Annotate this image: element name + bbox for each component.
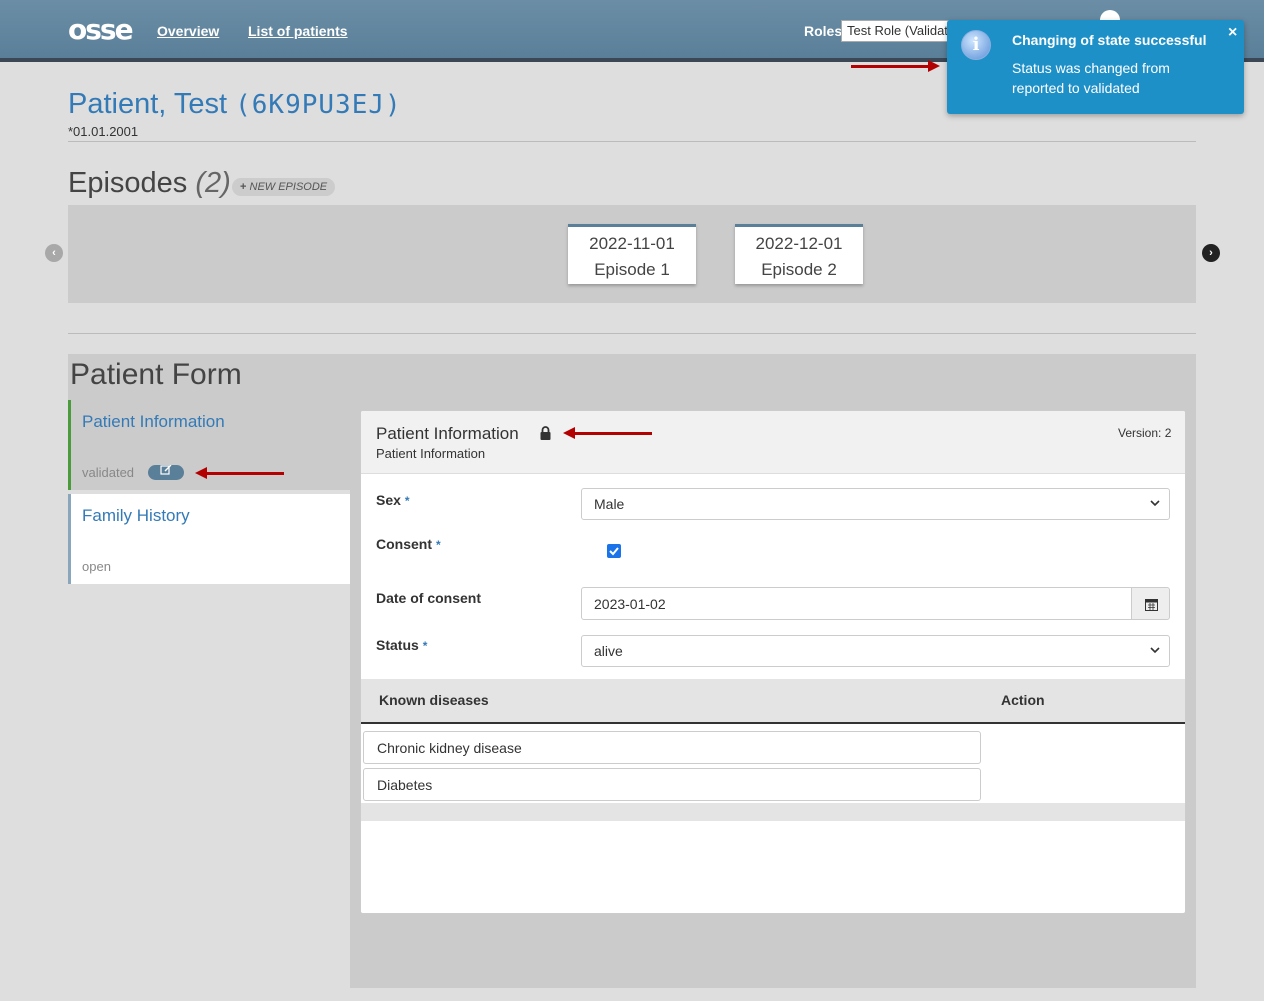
episodes-title: Episodes [68, 167, 188, 199]
section-label: Patient Information [82, 412, 225, 431]
required-mark: * [436, 538, 441, 552]
calendar-icon [1145, 599, 1158, 611]
status-label: Status * [376, 637, 427, 653]
episode-card-2[interactable]: 2022-12-01 Episode 2 [735, 224, 863, 284]
state-change-toast: i Changing of state successful Status wa… [947, 20, 1244, 114]
section-item-family-history[interactable]: Family History open [68, 494, 350, 584]
annotation-arrow-lock [563, 427, 652, 439]
section-item-patient-information[interactable]: Patient Information validated [68, 400, 350, 490]
required-mark: * [422, 639, 428, 653]
episode-card-1[interactable]: 2022-11-01 Episode 1 [568, 224, 696, 284]
lock-icon [540, 426, 551, 440]
version-label: Version: 2 [1118, 426, 1172, 440]
nav-list-of-patients-link[interactable]: List of patients [248, 23, 348, 39]
episode-date: 2022-12-01 [755, 234, 843, 253]
consent-label: Consent * [376, 536, 441, 552]
status-select-value: alive [594, 643, 623, 659]
patient-code: (6K9PU3EJ) [235, 90, 402, 120]
date-of-consent-input[interactable]: 2023-01-02 [581, 587, 1132, 620]
required-mark: * [404, 494, 410, 508]
sex-select-value: Male [594, 496, 625, 512]
column-header-known-diseases: Known diseases [379, 692, 489, 708]
patient-birthdate: *01.01.2001 [68, 124, 139, 139]
consent-label-text: Consent [376, 536, 432, 552]
section-label: Family History [82, 506, 190, 525]
status-label-text: Status [376, 637, 419, 653]
table-footer [361, 803, 1185, 821]
form-title: Patient Form [70, 358, 242, 391]
episode-name: Episode 1 [594, 260, 670, 279]
date-of-consent-label: Date of consent [376, 590, 482, 606]
chevron-down-icon [1150, 647, 1160, 654]
roles-label: Roles [804, 23, 843, 39]
annotation-arrow-validated [195, 467, 284, 479]
plus-icon: + [240, 181, 247, 193]
episodes-heading: Episodes (2) [68, 167, 231, 200]
carousel-next-icon[interactable]: › [1202, 244, 1220, 262]
chevron-down-icon [1150, 500, 1160, 507]
section-state: validated [82, 465, 135, 480]
patient-information-panel: Patient Information Patient Information … [360, 410, 1186, 914]
sex-select[interactable]: Male [581, 488, 1170, 520]
calendar-button[interactable] [1131, 587, 1170, 620]
episode-date: 2022-11-01 [589, 234, 675, 253]
panel-subtitle: Patient Information [376, 446, 486, 461]
panel-header: Patient Information Patient Information … [361, 411, 1185, 474]
table-row[interactable]: Diabetes [363, 768, 981, 801]
sex-label: Sex * [376, 492, 410, 508]
osse-logo[interactable]: osse [68, 16, 134, 44]
annotation-arrow-toast [851, 60, 940, 72]
sex-label-text: Sex [376, 492, 401, 508]
new-episode-button[interactable]: + NEW EPISODE [232, 178, 336, 196]
divider [68, 333, 1196, 334]
edit-icon[interactable] [148, 464, 184, 480]
status-select[interactable]: alive [581, 635, 1170, 667]
page-title: Patient, Test (6K9PU3EJ) [68, 88, 402, 121]
toast-close-icon[interactable]: × [1228, 24, 1237, 42]
divider [68, 141, 1196, 142]
toast-message: Status was changed from reported to vali… [1012, 60, 1170, 96]
episodes-count: (2) [195, 167, 231, 199]
known-diseases-table-header: Known diseases Action [361, 679, 1185, 724]
new-episode-label: NEW EPISODE [249, 181, 328, 193]
consent-checkbox[interactable] [607, 544, 621, 558]
table-row[interactable]: Chronic kidney disease [363, 731, 981, 764]
column-header-action: Action [1001, 692, 1045, 708]
nav-overview-link[interactable]: Overview [157, 23, 219, 39]
panel-title: Patient Information [376, 424, 519, 443]
toast-title: Changing of state successful [1012, 32, 1207, 48]
info-icon: i [961, 30, 991, 60]
episode-name: Episode 2 [761, 260, 837, 279]
carousel-prev-icon[interactable]: ‹ [45, 244, 63, 262]
section-state: open [82, 559, 111, 574]
patient-name: Patient, Test [68, 88, 228, 120]
